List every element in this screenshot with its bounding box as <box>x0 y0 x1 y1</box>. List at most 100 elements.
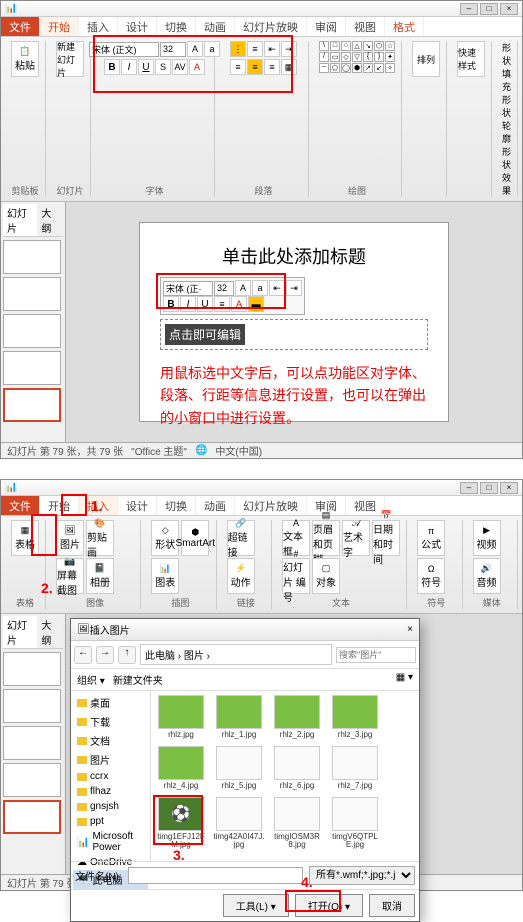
mini-grow-font[interactable]: A <box>235 280 251 296</box>
sidebar-desktop[interactable]: 桌面 <box>73 693 148 712</box>
italic-button[interactable]: I <box>121 59 137 75</box>
sidebar-gnsjsh[interactable]: gnsjsh <box>73 799 148 814</box>
search-input[interactable] <box>336 647 416 663</box>
equation-button[interactable]: π公式 <box>417 520 445 556</box>
tab-animations[interactable]: 动画 <box>196 17 235 36</box>
slide-canvas[interactable]: 单击此处添加标题 A a ⇤ ⇥ B <box>139 222 449 422</box>
maximize-button[interactable]: □ <box>480 482 498 494</box>
new-slide-button[interactable]: 新建 幻灯片 <box>56 41 84 77</box>
filetype-select[interactable]: 所有*.wmf;*.jpg;*.j <box>309 866 415 885</box>
table-button[interactable]: ▦表格 <box>11 520 39 556</box>
file-item[interactable]: rhlz_5.jpg <box>213 746 265 791</box>
tab-slideshow[interactable]: 幻灯片放映 <box>235 17 307 36</box>
file-item[interactable]: timgIOSM3R8.jpg <box>271 797 323 851</box>
file-item[interactable]: timg42A0I47J.jpg <box>213 797 265 851</box>
album-button[interactable]: 📓相册 <box>86 558 114 594</box>
tab-home[interactable]: 开始 <box>40 17 79 36</box>
numbering-button[interactable]: ≡ <box>247 41 263 57</box>
align-left-button[interactable]: ≡ <box>230 59 246 75</box>
align-center-button[interactable]: ≡ <box>247 59 263 75</box>
mini-font-select[interactable] <box>163 281 213 296</box>
close-button[interactable]: × <box>500 3 518 15</box>
tab-design[interactable]: 设计 <box>118 496 157 515</box>
slide-thumb[interactable] <box>3 240 61 274</box>
sidebar-mspower[interactable]: 📊Microsoft Power <box>73 829 148 855</box>
mini-size-select[interactable] <box>214 281 234 296</box>
shape-outline-button[interactable]: 形状轮廓 <box>502 93 511 145</box>
organize-button[interactable]: 组织 ▾ <box>77 672 105 687</box>
tab-animations[interactable]: 动画 <box>196 496 235 515</box>
file-item[interactable]: rhlz.jpg <box>155 695 207 740</box>
forward-button[interactable]: → <box>96 646 114 664</box>
tab-review[interactable]: 审阅 <box>307 17 346 36</box>
cancel-button[interactable]: 取消 <box>369 894 415 917</box>
content-text[interactable]: 点击即可编辑 <box>165 324 245 345</box>
tab-file[interactable]: 文件 <box>1 17 40 36</box>
tab-view[interactable]: 视图 <box>346 496 385 515</box>
new-folder-button[interactable]: 新建文件夹 <box>113 672 163 687</box>
thumb-tab-outline[interactable]: 大纲 <box>37 204 63 236</box>
slide-thumb[interactable] <box>3 726 61 760</box>
mini-highlight[interactable]: ▬ <box>248 296 264 312</box>
hyperlink-button[interactable]: 🔗超链接 <box>227 520 255 556</box>
file-item[interactable]: rhlz_1.jpg <box>213 695 265 740</box>
sidebar-documents[interactable]: 文档 <box>73 731 148 750</box>
underline-button[interactable]: U <box>138 59 154 75</box>
tab-slideshow[interactable]: 幻灯片放映 <box>235 496 307 515</box>
shapes-gallery[interactable]: \□○△↘⬡☆ /▭◇▽{}✦ ~⬠◯⬢↗↙✧ <box>319 41 395 73</box>
video-button[interactable]: ▶视频 <box>473 520 501 556</box>
datetime-button[interactable]: 📅日期和时间 <box>372 520 400 556</box>
mini-align[interactable]: ≡ <box>214 296 230 312</box>
filename-input[interactable] <box>128 867 303 884</box>
slide-thumb[interactable] <box>3 314 61 348</box>
font-color-button[interactable]: A <box>189 59 205 75</box>
file-item[interactable]: ⚽timg1EFJ12FM.jpg3. <box>155 797 207 851</box>
content-placeholder[interactable]: 点击即可编辑 <box>160 319 428 350</box>
decrease-font-button[interactable]: a <box>204 41 220 57</box>
file-item[interactable]: timgV6QTPLE.jpg <box>329 797 381 851</box>
indent-right-button[interactable]: ⇥ <box>281 41 297 57</box>
tab-view[interactable]: 视图 <box>346 17 385 36</box>
tab-transitions[interactable]: 切换 <box>157 17 196 36</box>
open-button[interactable]: 打开(O) ▾ <box>295 894 363 917</box>
symbol-button[interactable]: Ω符号 <box>417 558 445 594</box>
increase-font-button[interactable]: A <box>187 41 203 57</box>
screenshot-button[interactable]: 📷屏幕截图 <box>56 558 84 594</box>
bullets-button[interactable]: ⋮ <box>230 41 246 57</box>
mini-italic[interactable]: I <box>180 296 196 312</box>
indent-left-button[interactable]: ⇤ <box>264 41 280 57</box>
title-placeholder[interactable]: 单击此处添加标题 <box>160 243 428 269</box>
up-button[interactable]: ↑ <box>118 646 136 664</box>
clipart-button[interactable]: 🎨剪贴画 <box>86 520 114 556</box>
file-item[interactable]: rhlz_3.jpg <box>329 695 381 740</box>
slide-thumb[interactable] <box>3 277 61 311</box>
bold-button[interactable]: B <box>104 59 120 75</box>
align-right-button[interactable]: ≡ <box>264 59 280 75</box>
back-button[interactable]: ← <box>74 646 92 664</box>
file-item[interactable]: rhlz_6.jpg <box>271 746 323 791</box>
sidebar-downloads[interactable]: 下载 <box>73 712 148 731</box>
mini-underline[interactable]: U <box>197 296 213 312</box>
slidenum-button[interactable]: #幻灯片 编号 <box>282 558 310 594</box>
tab-file[interactable]: 文件 <box>1 496 40 515</box>
mini-color[interactable]: A <box>231 296 247 312</box>
action-button[interactable]: ⚡动作 <box>227 558 255 594</box>
font-family-select[interactable] <box>89 42 159 57</box>
mini-bold[interactable]: B <box>163 296 179 312</box>
thumb-tab-slides[interactable]: 幻灯片 <box>3 616 37 648</box>
tab-transitions[interactable]: 切换 <box>157 496 196 515</box>
tab-design[interactable]: 设计 <box>118 17 157 36</box>
tab-home[interactable]: 开始 <box>40 496 79 515</box>
shape-effects-button[interactable]: 形状效果 <box>502 145 511 197</box>
thumb-tab-slides[interactable]: 幻灯片 <box>3 204 37 236</box>
quick-styles-button[interactable]: 快速样式 <box>457 41 485 77</box>
wordart-button[interactable]: 𝒜艺术字 <box>342 520 370 556</box>
tab-insert[interactable]: 插入 <box>79 17 118 36</box>
mini-indent-left[interactable]: ⇤ <box>269 280 285 296</box>
arrange-button[interactable]: 排列 <box>412 41 440 77</box>
slide-thumb-selected[interactable] <box>3 800 61 834</box>
slide-thumb[interactable] <box>3 652 61 686</box>
file-item[interactable]: rhlz_7.jpg <box>329 746 381 791</box>
tools-button[interactable]: 工具(L) ▾ <box>223 894 289 917</box>
slide-thumb[interactable] <box>3 689 61 723</box>
